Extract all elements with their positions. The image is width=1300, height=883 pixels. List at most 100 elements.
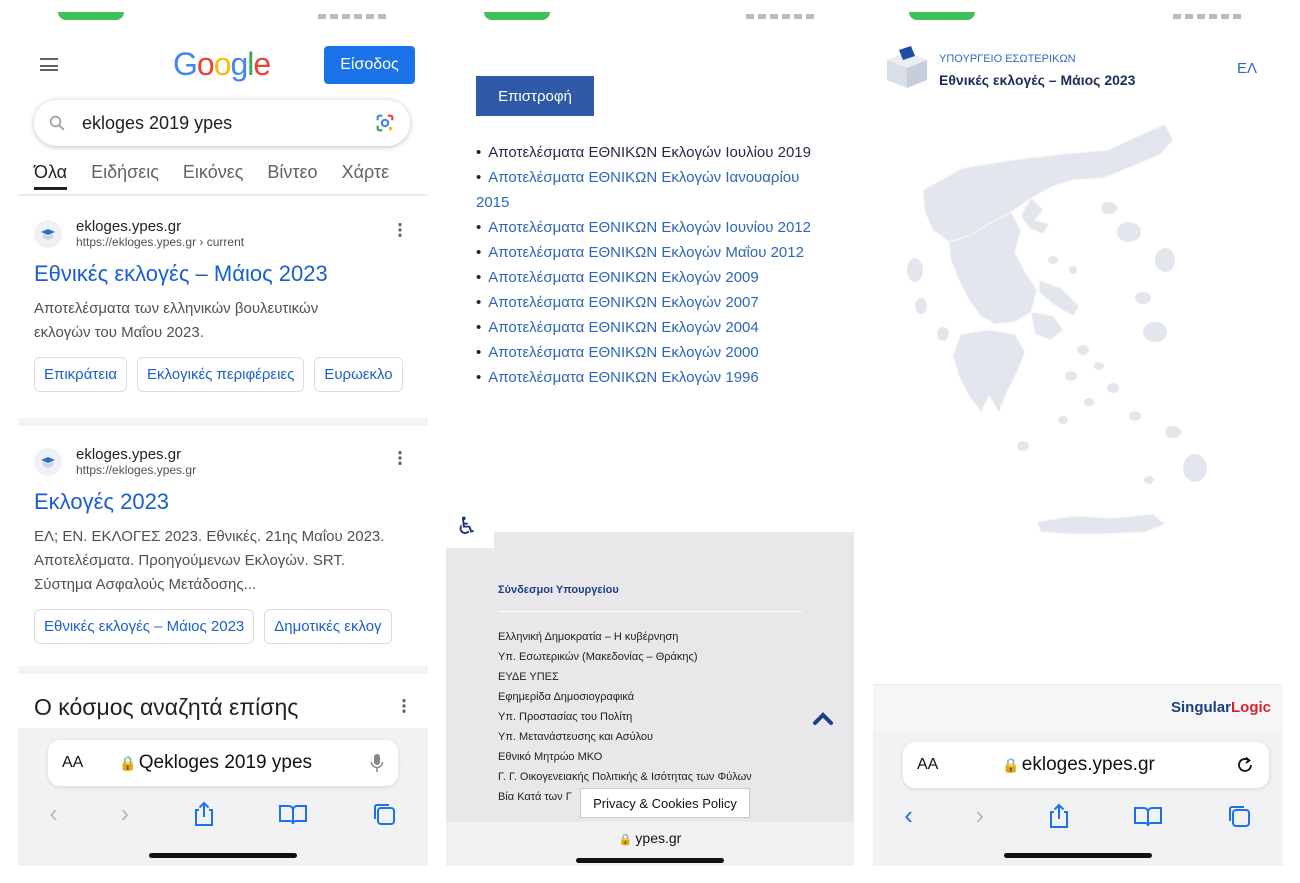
footer-link[interactable]: Ελληνική Δημοκρατία – Η κυβέρνηση (498, 627, 752, 647)
google-lens-icon[interactable] (374, 112, 396, 134)
search-box[interactable]: ekloges 2019 ypes (34, 100, 410, 146)
tabs-icon[interactable] (1226, 803, 1252, 829)
microphone-icon[interactable] (370, 753, 384, 773)
lock-icon: 🔒 (1002, 756, 1020, 773)
status-icons (318, 14, 388, 19)
status-icons (746, 14, 816, 19)
reader-aa-button[interactable]: AA (62, 754, 83, 772)
bookmarks-icon[interactable] (1133, 805, 1163, 827)
divider (18, 194, 428, 196)
search-result: ekloges.ypes.gr https://ekloges.ypes.gr … (34, 218, 428, 392)
safari-compact-bar: 🔒 ypes.gr (446, 822, 854, 866)
tabs-icon[interactable] (371, 801, 397, 827)
share-icon[interactable] (192, 801, 216, 827)
accessibility-icon[interactable]: ♿ (456, 512, 478, 541)
tab-images[interactable]: Εικόνες (183, 162, 244, 190)
address-text[interactable]: ekloges.ypes.gr (1022, 754, 1235, 776)
map-region-peloponnese[interactable] (952, 329, 1026, 414)
search-tabs: Όλα Ειδήσεις Εικόνες Βίντεο Χάρτε (34, 162, 389, 190)
site-url: https://ekloges.ypes.gr (76, 463, 197, 477)
reader-aa-button[interactable]: AA (917, 756, 938, 774)
back-icon[interactable]: ‹ (904, 800, 913, 831)
google-search-panel: Google Είσοδος ekloges 2019 ypes Όλα Ειδ… (18, 0, 428, 866)
address-text[interactable]: Qekloges 2019 ypes (139, 752, 370, 774)
home-indicator[interactable] (149, 853, 297, 858)
google-logo[interactable]: Google (173, 46, 271, 83)
footer-link[interactable]: Υπ. Προστασίας του Πολίτη (498, 707, 752, 727)
back-icon[interactable]: ‹ (49, 798, 58, 829)
footer-link[interactable]: Γ. Γ. Οικογενειακής Πολιτικής & Ισότητας… (498, 767, 752, 787)
home-indicator[interactable] (576, 858, 724, 863)
tab-maps[interactable]: Χάρτε (342, 162, 390, 190)
home-indicator[interactable] (1004, 853, 1152, 858)
footer-link[interactable]: Υπ. Εσωτερικών (Μακεδονίας – Θράκης) (498, 647, 752, 667)
more-options-icon[interactable] (398, 450, 402, 466)
search-icon (49, 115, 65, 131)
sign-in-button[interactable]: Είσοδος (324, 46, 415, 84)
election-link[interactable]: Αποτελέσματα ΕΘΝΙΚΩΝ Εκλογών 1996 (476, 365, 816, 390)
site-name: ekloges.ypes.gr (76, 446, 182, 463)
back-button[interactable]: Επιστροφή (476, 76, 594, 116)
election-link[interactable]: Αποτελέσματα ΕΘΝΙΚΩΝ Εκλογών 2000 (476, 340, 816, 365)
map-region-crete[interactable] (1036, 513, 1167, 535)
greece-map[interactable] (903, 120, 1223, 580)
singularlogic-logo[interactable]: SingularLogic (1171, 699, 1271, 716)
share-icon[interactable] (1047, 803, 1071, 829)
result-title-link[interactable]: Εκλογές 2023 (34, 489, 428, 515)
election-link[interactable]: Αποτελέσματα ΕΘΝΙΚΩΝ Εκλογών Μαΐου 2012 (476, 240, 816, 265)
bookmarks-icon[interactable] (278, 803, 308, 825)
lock-icon: 🔒 (119, 754, 137, 771)
language-switch[interactable]: ΕΛ (1237, 60, 1257, 77)
reload-icon[interactable] (1235, 755, 1255, 775)
safari-toolbar: AA 🔒 Qekloges 2019 ypes ‹ › (18, 728, 428, 866)
result-site[interactable]: ekloges.ypes.gr https://ekloges.ypes.gr … (34, 218, 428, 249)
tab-all[interactable]: Όλα (34, 162, 68, 190)
election-link[interactable]: Αποτελέσματα ΕΘΝΙΚΩΝ Εκλογών 2004 (476, 315, 816, 340)
forward-icon[interactable]: › (975, 800, 984, 831)
election-link[interactable]: Αποτελέσματα ΕΘΝΙΚΩΝ Εκλογών Ιουλίου 201… (476, 140, 816, 165)
map-region-attica[interactable] (1030, 311, 1064, 341)
footer-links: Ελληνική Δημοκρατία – Η κυβέρνηση Υπ. Εσ… (498, 627, 752, 807)
menu-icon[interactable] (40, 58, 58, 71)
site-favicon-icon (34, 447, 62, 476)
chip-euro[interactable]: Ευρωεκλο (314, 357, 403, 392)
forward-icon[interactable]: › (120, 798, 129, 829)
map-region-evia[interactable] (1038, 279, 1080, 317)
address-bar[interactable]: AA 🔒 Qekloges 2019 ypes (48, 740, 398, 786)
status-pill (909, 12, 975, 20)
sitelink-chips: Εθνικές εκλογές – Μάιος 2023 Δημοτικές ε… (34, 609, 428, 644)
footer-link[interactable]: Εφημερίδα Δημοσιογραφικά (498, 687, 752, 707)
ministry-name: ΥΠΟΥΡΓΕΙΟ ΕΣΩΤΕΡΙΚΩΝ (939, 53, 1076, 65)
footer-links-title: Σύνδεσμοι Υπουργείου (498, 584, 619, 596)
footer-brand-bar: SingularLogic (873, 684, 1283, 730)
result-site[interactable]: ekloges.ypes.gr https://ekloges.ypes.gr (34, 446, 428, 477)
search-input[interactable]: ekloges 2019 ypes (82, 113, 374, 134)
more-options-icon[interactable] (402, 698, 406, 714)
election-link[interactable]: Αποτελέσματα ΕΘΝΙΚΩΝ Εκλογών Ιανουαρίου … (476, 165, 816, 215)
footer-link[interactable]: Υπ. Μετανάστευσης και Ασύλου (498, 727, 752, 747)
tab-news[interactable]: Ειδήσεις (91, 162, 159, 190)
election-link[interactable]: Αποτελέσματα ΕΘΝΙΚΩΝ Εκλογών Ιουνίου 201… (476, 215, 816, 240)
chip-regions[interactable]: Εκλογικές περιφέρειες (137, 357, 305, 392)
footer-link[interactable]: ΕΥΔΕ ΥΠΕΣ (498, 667, 752, 687)
tab-videos[interactable]: Βίντεο (267, 162, 317, 190)
site-url: https://ekloges.ypes.gr › current (76, 235, 245, 249)
result-title-link[interactable]: Εθνικές εκλογές – Μάιος 2023 (34, 261, 428, 287)
election-link[interactable]: Αποτελέσματα ΕΘΝΙΚΩΝ Εκλογών 2007 (476, 290, 816, 315)
status-icons (1173, 14, 1243, 19)
ballot-box-logo-icon[interactable] (885, 46, 929, 88)
chip-national-2023[interactable]: Εθνικές εκλογές – Μάιος 2023 (34, 609, 255, 644)
chip-municipal[interactable]: Δημοτικές εκλογ (264, 609, 392, 644)
elections-list: Αποτελέσματα ΕΘΝΙΚΩΝ Εκλογών Ιουλίου 201… (476, 140, 816, 390)
divider (18, 418, 428, 426)
more-options-icon[interactable] (398, 222, 402, 238)
chip-epikrateia[interactable]: Επικράτεια (34, 357, 128, 392)
footer-link[interactable]: Εθνικό Μητρώο ΜΚΟ (498, 747, 752, 767)
election-link[interactable]: Αποτελέσματα ΕΘΝΙΚΩΝ Εκλογών 2009 (476, 265, 816, 290)
address-bar[interactable]: AA 🔒 ekloges.ypes.gr (903, 742, 1269, 788)
scroll-top-chevron-icon[interactable] (812, 708, 834, 730)
url-label: ypes.gr (635, 830, 682, 846)
map-region-chalkidiki[interactable] (1020, 197, 1050, 235)
privacy-policy-button[interactable]: Privacy & Cookies Policy (580, 788, 750, 818)
address-text[interactable]: 🔒 ypes.gr (446, 830, 854, 846)
